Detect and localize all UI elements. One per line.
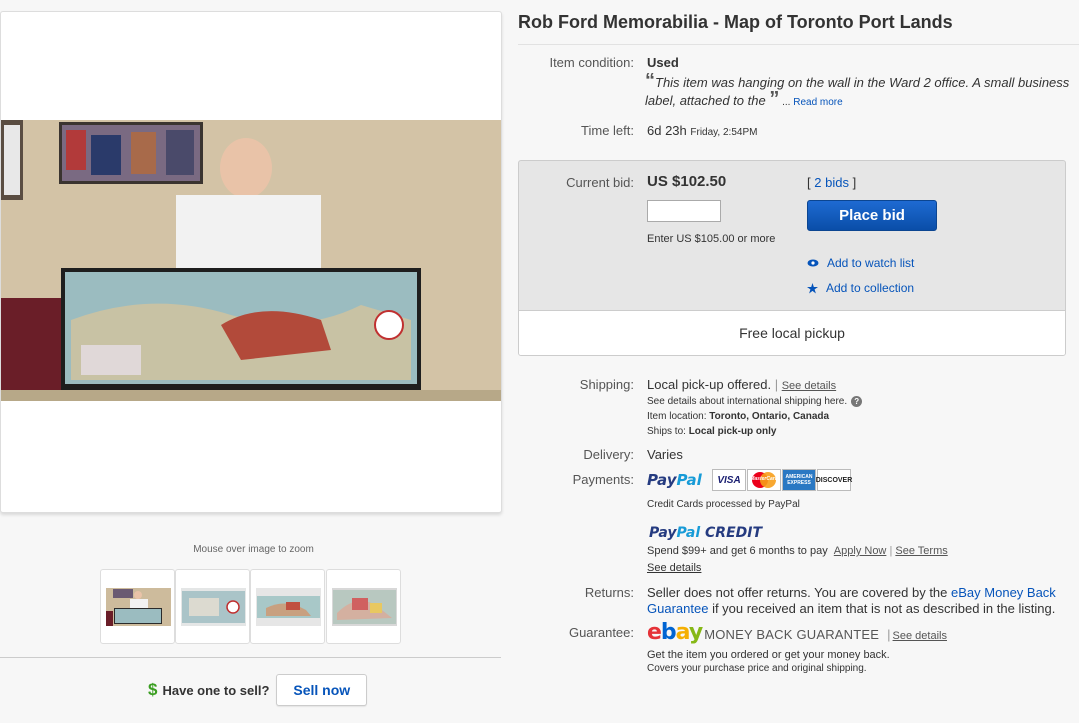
guarantee-line-1: Get the item you ordered or get your mon…: [647, 649, 890, 661]
paypal-credit-pay: Pay: [649, 525, 677, 541]
ebay-logo-a: a: [675, 620, 690, 645]
open-quote-mark: “: [645, 70, 655, 92]
item-location-label: Item location:: [647, 411, 707, 422]
add-to-collection[interactable]: Add to collection: [807, 281, 914, 295]
time-left-duration: 6d 23h: [647, 123, 687, 138]
ellipsis: ...: [779, 97, 794, 108]
guarantee-label: Guarantee:: [568, 625, 634, 640]
paypal-logo: PayPal: [647, 471, 702, 489]
guarantee-line-2: Covers your purchase price and original …: [647, 663, 867, 674]
current-bid-label: Current bid:: [566, 175, 634, 190]
paypal-credit-pal: Pal: [676, 525, 701, 541]
mastercard-logo: MasterCard: [747, 469, 781, 491]
main-photo[interactable]: [1, 120, 501, 401]
time-left-value: 6d 23h Friday, 2:54PM: [647, 123, 757, 138]
apply-now-link[interactable]: Apply Now: [834, 545, 887, 557]
thumbnail-1[interactable]: [100, 569, 175, 644]
bid-count-open: [: [807, 175, 811, 190]
place-bid-button[interactable]: Place bid: [807, 200, 937, 231]
amex-logo: AMERICAN EXPRESS: [782, 469, 816, 491]
condition-quote: This item was hanging on the wall in the…: [645, 75, 1070, 108]
paypal-processed-note: Credit Cards processed by PayPal: [647, 499, 800, 510]
visa-logo: VISA: [712, 469, 746, 491]
ebay-logo-e: e: [647, 620, 662, 645]
condition-label: Item condition:: [549, 55, 634, 70]
payments-see-details-link[interactable]: See details: [647, 562, 701, 574]
card-logos: VISA MasterCard AMERICAN EXPRESS DISCOVE…: [712, 469, 852, 491]
divider: [0, 657, 501, 658]
payments-label: Payments:: [572, 472, 634, 487]
separator: |: [887, 627, 891, 642]
paypal-logo-pay: Pay: [647, 471, 677, 489]
credit-offer-text: Spend $99+ and get 6 months to pay: [647, 545, 828, 557]
returns-label: Returns:: [584, 585, 634, 600]
help-icon[interactable]: ?: [851, 396, 863, 407]
free-local-pickup-banner: Free local pickup: [519, 310, 1065, 355]
minimum-bid-hint: Enter US $105.00 or more: [647, 233, 776, 245]
returns-policy: Seller does not offer returns. You are c…: [647, 585, 1072, 617]
zoom-hint: Mouse over image to zoom: [193, 544, 314, 555]
shipping-see-details-link[interactable]: See details: [782, 380, 836, 392]
read-more-link[interactable]: Read more: [793, 97, 842, 108]
delivery-value: Varies: [647, 447, 683, 462]
intl-shipping-text: See details about international shipping…: [647, 396, 848, 407]
page-title: Rob Ford Memorabilia - Map of Toronto Po…: [518, 12, 953, 32]
collection-link[interactable]: Add to collection: [826, 281, 914, 295]
see-terms-link[interactable]: See Terms: [895, 545, 947, 557]
paypal-logo-pal: Pal: [676, 471, 702, 489]
item-location-value: Toronto, Ontario, Canada: [709, 411, 830, 422]
ships-to-label: Ships to:: [647, 426, 686, 437]
item-location: Item location: Toronto, Ontario, Canada: [647, 411, 829, 422]
watch-list-link[interactable]: Add to watch list: [827, 256, 914, 270]
paypal-credit-offer: Spend $99+ and get 6 months to pay Apply…: [647, 545, 948, 557]
dollar-icon: $: [148, 680, 158, 699]
title-divider: [518, 44, 1079, 45]
add-to-watch-list[interactable]: Add to watch list: [807, 256, 914, 270]
separator: |: [774, 377, 779, 392]
returns-text-2: if you received an item that is not as d…: [712, 601, 1056, 616]
intl-shipping-note: See details about international shipping…: [647, 396, 863, 407]
star-icon: [807, 282, 818, 293]
current-bid-value: US $102.50: [647, 173, 727, 190]
paypal-credit-logo: PayPal CREDIT: [649, 525, 762, 541]
bid-count-close: ]: [852, 175, 857, 190]
sell-promo: $ Have one to sell? Sell now: [148, 674, 368, 706]
main-image-frame[interactable]: [0, 11, 502, 513]
thumbnail-2[interactable]: [175, 569, 250, 644]
ships-to-value: Local pick-up only: [688, 426, 777, 437]
time-left-label: Time left:: [581, 123, 634, 138]
ebay-logo-y: y: [688, 620, 703, 645]
separator: |: [889, 545, 893, 557]
bid-amount-input[interactable]: [647, 200, 721, 222]
returns-text-1: Seller does not offer returns. You are c…: [647, 585, 948, 600]
bid-count: [ 2 bids ]: [807, 175, 856, 190]
ships-to: Ships to: Local pick-up only: [647, 426, 777, 437]
condition-description: “This item was hanging on the wall in th…: [645, 71, 1075, 112]
thumbnail-4[interactable]: [326, 569, 401, 644]
sell-question: Have one to sell?: [162, 682, 270, 698]
ebay-logo: ebay: [647, 620, 703, 645]
eye-icon: [807, 259, 819, 267]
guarantee-see-details-link[interactable]: See details: [893, 630, 947, 642]
mbg-wordmark: MONEY BACK GUARANTEE: [704, 627, 880, 642]
shipping-method: Local pick-up offered.: [647, 377, 772, 392]
close-quote-mark: ”: [769, 88, 780, 110]
condition-value: Used: [647, 55, 679, 70]
bid-history-link[interactable]: 2 bids: [814, 175, 849, 190]
discover-logo: DISCOVER: [816, 469, 852, 491]
shipping-label: Shipping:: [579, 377, 634, 392]
paypal-credit-word: CREDIT: [705, 525, 763, 541]
end-time: Friday, 2:54PM: [690, 127, 758, 138]
thumbnail-3[interactable]: [250, 569, 325, 644]
shipping-value: Local pick-up offered. | See details: [647, 377, 836, 392]
money-back-guarantee: ebay MONEY BACK GUARANTEE | See details: [647, 620, 947, 645]
sell-now-button[interactable]: Sell now: [276, 674, 368, 706]
mastercard-text: MasterCard: [750, 476, 778, 482]
ebay-logo-b: b: [660, 620, 677, 645]
delivery-label: Delivery:: [583, 447, 634, 462]
